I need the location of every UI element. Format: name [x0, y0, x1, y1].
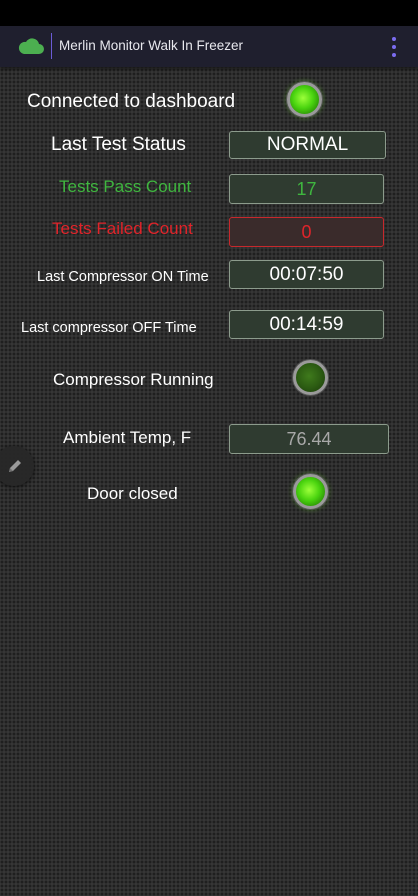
compressor-on-time-value: 00:07:50 [229, 260, 384, 289]
app-title: Merlin Monitor Walk In Freezer [59, 38, 244, 53]
app-bar: Merlin Monitor Walk In Freezer [0, 26, 418, 67]
status-bar [0, 0, 418, 26]
edit-button[interactable] [0, 446, 34, 486]
compressor-running-label: Compressor Running [53, 370, 214, 389]
door-closed-indicator [293, 474, 328, 509]
tests-pass-label: Tests Pass Count [59, 177, 192, 196]
compressor-running-indicator [293, 360, 328, 395]
last-test-status-label: Last Test Status [51, 134, 186, 155]
pencil-icon [9, 460, 21, 472]
cloud-icon [18, 38, 44, 54]
more-vert-icon[interactable] [388, 37, 400, 57]
tests-pass-value: 17 [229, 174, 384, 204]
connected-indicator [287, 82, 322, 117]
last-test-status-value: NORMAL [229, 131, 386, 159]
app-bar-divider [51, 33, 52, 59]
tests-failed-value: 0 [229, 217, 384, 247]
door-closed-label: Door closed [87, 484, 178, 503]
tests-failed-label: Tests Failed Count [52, 219, 193, 238]
ambient-temp-value: 76.44 [229, 424, 389, 454]
connected-label: Connected to dashboard [27, 91, 236, 112]
compressor-on-time-label: Last Compressor ON Time [37, 269, 209, 285]
compressor-off-time-label: Last compressor OFF Time [21, 320, 197, 336]
ambient-temp-label: Ambient Temp, F [63, 428, 192, 447]
compressor-off-time-value: 00:14:59 [229, 310, 384, 339]
